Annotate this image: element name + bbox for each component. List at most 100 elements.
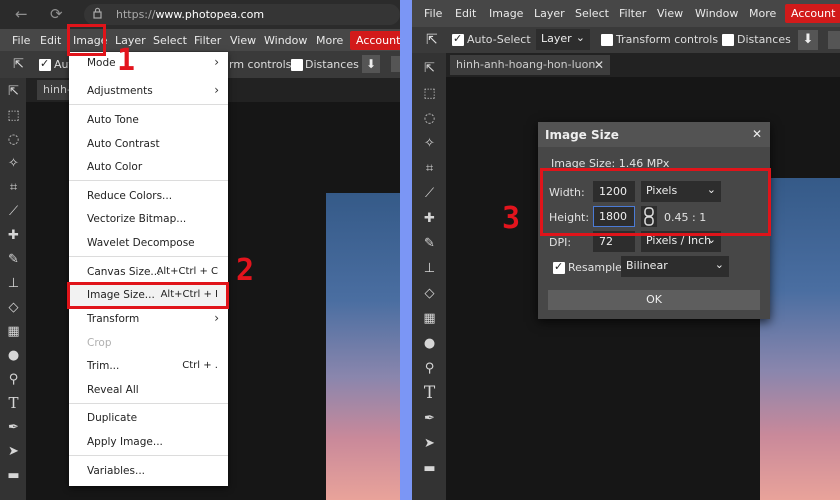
shape-icon[interactable]: ▬: [6, 468, 21, 483]
transform-controls-label: rm controls: [229, 58, 292, 71]
move-icon[interactable]: ⇱: [6, 84, 21, 99]
move-tool-icon[interactable]: ⇱: [426, 32, 438, 48]
close-icon[interactable]: ✕: [752, 127, 762, 141]
download-icon[interactable]: ⬇: [362, 55, 380, 73]
path-select-icon[interactable]: ➤: [6, 444, 21, 459]
blur-icon[interactable]: ●: [422, 336, 437, 351]
menu-item-auto-tone[interactable]: Auto Tone: [69, 109, 228, 132]
menu-select[interactable]: Select: [153, 34, 187, 47]
brush-icon[interactable]: ✎: [6, 252, 21, 267]
stamp-icon[interactable]: ⊥: [422, 261, 437, 276]
chevron-down-icon: ⌄: [714, 258, 724, 271]
menu-item-reveal-all[interactable]: Reveal All: [69, 379, 228, 402]
stamp-icon[interactable]: ⊥: [6, 276, 21, 291]
menu-item-wavelet-decompose[interactable]: Wavelet Decompose: [69, 232, 228, 255]
menu-edit[interactable]: Edit: [455, 7, 476, 20]
align-icon[interactable]: [828, 31, 840, 49]
auto-select-checkbox[interactable]: [452, 32, 464, 46]
menu-item-auto-color[interactable]: Auto Color: [69, 156, 228, 179]
lasso-icon[interactable]: ◌: [422, 111, 437, 126]
move-tool-icon[interactable]: ⇱: [13, 57, 24, 72]
document-tab[interactable]: hinh-anh-hoang-hon-luon: [450, 55, 610, 75]
dodge-icon[interactable]: ⚲: [6, 372, 21, 387]
gradient-icon[interactable]: ▦: [6, 324, 21, 339]
reload-icon[interactable]: ⟳: [50, 5, 63, 23]
move-icon[interactable]: ⇱: [422, 61, 437, 76]
menu-file[interactable]: File: [424, 7, 442, 20]
menu-item-apply-image[interactable]: Apply Image...: [69, 431, 228, 454]
menu-view[interactable]: View: [657, 7, 683, 20]
menu-file[interactable]: File: [12, 34, 30, 47]
healing-icon[interactable]: ✚: [6, 228, 21, 243]
gradient-icon[interactable]: ▦: [422, 311, 437, 326]
menu-filter[interactable]: Filter: [194, 34, 221, 47]
distances-checkbox[interactable]: [722, 34, 734, 46]
crop-icon[interactable]: ⌗: [422, 161, 437, 176]
menu-item-reduce-colors[interactable]: Reduce Colors...: [69, 185, 228, 208]
eyedropper-icon[interactable]: ⟋: [422, 186, 437, 201]
eyedropper-icon[interactable]: ⟋: [6, 204, 21, 219]
account-button[interactable]: Account: [350, 31, 400, 50]
menu-item-variables[interactable]: Variables...: [69, 460, 228, 483]
lock-icon: [93, 7, 102, 19]
menu-view[interactable]: View: [230, 34, 256, 47]
shape-icon[interactable]: ▬: [422, 461, 437, 476]
pen-icon[interactable]: ✒: [422, 411, 437, 426]
magic-wand-icon[interactable]: ✧: [422, 136, 437, 151]
menu-layer[interactable]: Layer: [534, 7, 565, 20]
menu-filter[interactable]: Filter: [619, 7, 646, 20]
back-icon[interactable]: ←: [15, 5, 28, 23]
path-select-icon[interactable]: ➤: [422, 436, 437, 451]
close-tab-icon[interactable]: ✕: [594, 58, 604, 72]
menu-item-trim[interactable]: Trim... Ctrl + .: [69, 355, 228, 378]
auto-select-checkbox[interactable]: [39, 57, 51, 71]
resample-method-select[interactable]: Bilinear ⌄: [621, 256, 729, 277]
menu-window[interactable]: Window: [695, 7, 738, 20]
distances-label: Distances: [737, 33, 791, 46]
healing-icon[interactable]: ✚: [422, 211, 437, 226]
menu-item-auto-contrast[interactable]: Auto Contrast: [69, 133, 228, 156]
eraser-icon[interactable]: ◇: [422, 286, 437, 301]
marquee-icon[interactable]: ⬚: [6, 108, 21, 123]
dodge-icon[interactable]: ⚲: [422, 361, 437, 376]
type-icon[interactable]: T: [422, 385, 437, 402]
dpi-label: DPI:: [549, 236, 572, 249]
document-tab[interactable]: hinh-a: [37, 80, 73, 100]
layer-dropdown[interactable]: Layer ⌄: [536, 29, 590, 50]
menu-item-vectorize-bitmap[interactable]: Vectorize Bitmap...: [69, 208, 228, 231]
distances-checkbox[interactable]: [291, 59, 303, 71]
resample-checkbox[interactable]: [553, 260, 565, 274]
toolbar-right: ⇱ ⬚ ◌ ✧ ⌗ ⟋ ✚ ✎ ⊥ ◇ ▦ ● ⚲ T ✒ ➤ ▬: [412, 53, 446, 500]
resample-label: Resample: [568, 261, 622, 274]
ok-button[interactable]: OK: [548, 290, 760, 310]
lasso-icon[interactable]: ◌: [6, 132, 21, 147]
pen-icon[interactable]: ✒: [6, 420, 21, 435]
menu-bar: File Edit Image Layer Select Filter View…: [0, 29, 400, 51]
menu-more[interactable]: More: [749, 7, 776, 20]
brush-icon[interactable]: ✎: [422, 236, 437, 251]
toolbar: ⇱ ⬚ ◌ ✧ ⌗ ⟋ ✚ ✎ ⊥ ◇ ▦ ● ⚲ T ✒ ➤ ▬: [0, 78, 26, 500]
crop-icon[interactable]: ⌗: [6, 180, 21, 195]
menu-edit[interactable]: Edit: [40, 34, 61, 47]
blur-icon[interactable]: ●: [6, 348, 21, 363]
image-menu-dropdown: Mode › Adjustments › Auto Tone Auto Contra…: [69, 52, 228, 486]
dialog-titlebar[interactable]: Image Size ✕: [538, 122, 770, 147]
menu-image[interactable]: Image: [489, 7, 523, 20]
menu-item-duplicate[interactable]: Duplicate: [69, 407, 228, 430]
account-button[interactable]: Account: [785, 4, 840, 23]
transform-controls-checkbox[interactable]: [601, 34, 613, 46]
options-bar-right: ⇱ Auto-Select Layer⌄ Transform controls …: [412, 27, 840, 53]
type-icon[interactable]: T: [6, 396, 21, 411]
marquee-icon[interactable]: ⬚: [422, 86, 437, 101]
menu-window[interactable]: Window: [264, 34, 307, 47]
menu-item-adjustments[interactable]: Adjustments ›: [69, 80, 228, 103]
eraser-icon[interactable]: ◇: [6, 300, 21, 315]
menu-item-transform[interactable]: Transform ›: [69, 308, 228, 331]
menu-item-canvas-size[interactable]: Canvas Size... Alt+Ctrl + C: [69, 261, 228, 284]
download-icon[interactable]: ⬇: [798, 30, 818, 50]
menu-separator: [69, 104, 228, 105]
magic-wand-icon[interactable]: ✧: [6, 156, 21, 171]
align-icon[interactable]: [391, 56, 400, 72]
menu-more[interactable]: More: [316, 34, 343, 47]
menu-select[interactable]: Select: [575, 7, 609, 20]
